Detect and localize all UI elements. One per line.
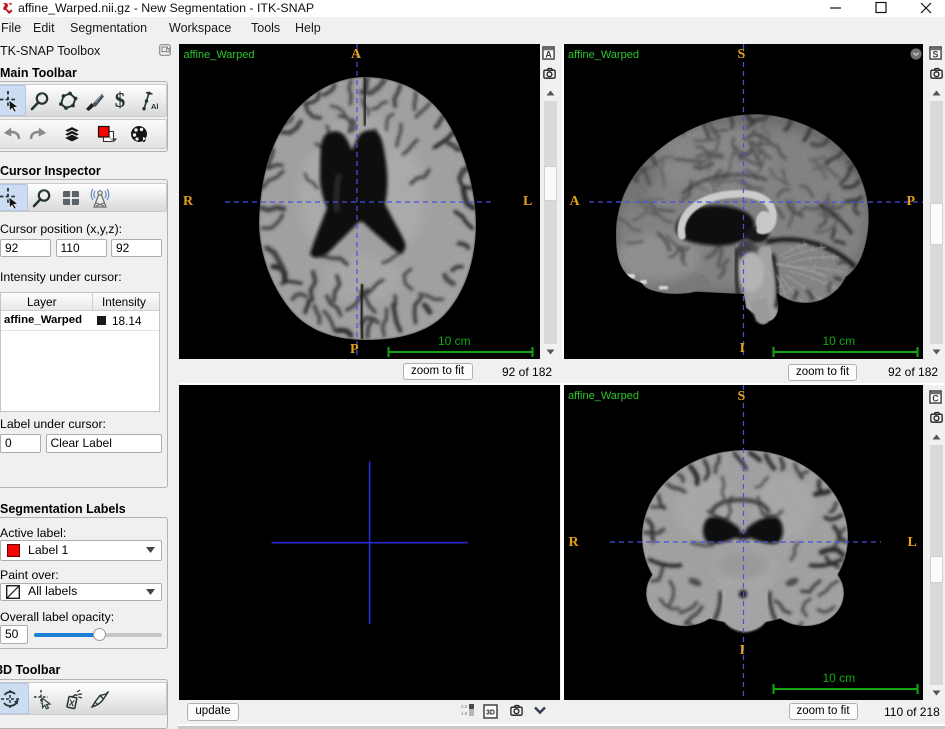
svg-text:A: A [545, 49, 552, 59]
svg-text:$: $ [115, 90, 126, 112]
svg-text:3D: 3D [486, 709, 495, 716]
svg-text:C: C [932, 393, 939, 403]
svg-text:2.0: 2.0 [461, 704, 468, 709]
svg-text:Ab: Ab [151, 102, 158, 111]
svg-text:S: S [932, 49, 938, 59]
svg-text:1.0: 1.0 [461, 711, 468, 716]
